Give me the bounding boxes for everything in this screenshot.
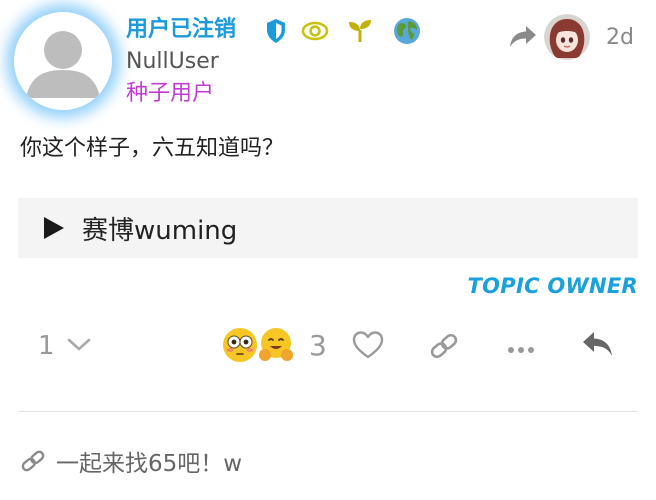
link-icon[interactable] [428,332,460,364]
eye-icon [300,16,330,46]
author-user-title: 种子用户 [126,81,215,106]
divider [18,411,638,412]
reply-count[interactable]: 1 [38,326,55,366]
topic-owner-label: TOPIC OWNER [467,274,638,298]
reply-to-avatar[interactable] [544,14,590,60]
linked-topic-link-icon [20,446,46,480]
sprout-icon [346,16,374,46]
flushed-face-emoji[interactable] [222,327,258,367]
more-icon[interactable] [506,340,536,359]
details-block[interactable]: 赛博wuming [18,198,638,258]
like-count[interactable]: 3 [309,326,327,366]
shield-icon [264,16,288,46]
post-body-text: 你这个样子，六五知道吗？ [20,136,285,161]
chevron-down-icon[interactable] [66,336,92,358]
author-display-name[interactable]: 用户已注销 [126,14,236,46]
reply-arrow-icon[interactable] [508,24,538,54]
globe-icon [392,16,422,46]
post-date[interactable]: 2d [606,22,634,54]
linked-topic-title[interactable]: 一起来找65吧！w [56,446,242,482]
details-summary[interactable]: 赛博wuming [82,210,237,247]
heart-icon[interactable] [352,330,384,364]
author-username[interactable]: NullUser [126,46,219,78]
hugging-face-emoji[interactable] [258,327,294,367]
author-avatar[interactable] [14,12,112,110]
share-icon[interactable] [581,330,615,364]
expand-triangle-icon[interactable] [44,217,64,239]
